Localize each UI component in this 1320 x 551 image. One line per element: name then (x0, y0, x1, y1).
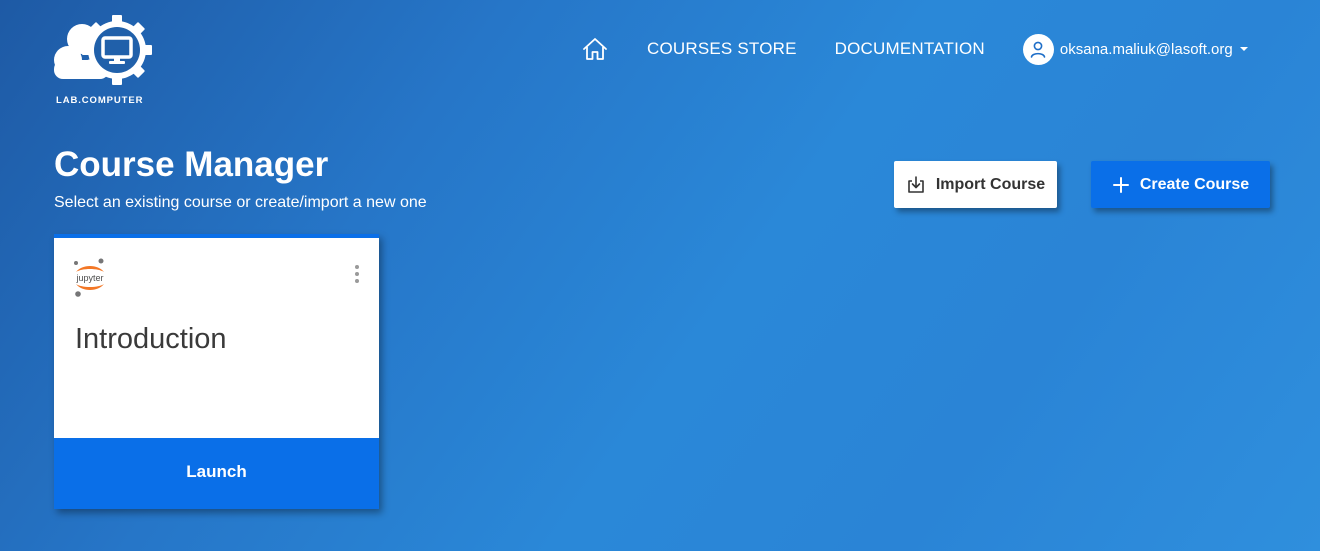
create-course-button[interactable]: Create Course (1091, 161, 1270, 208)
brand-name: LAB.COMPUTER (56, 95, 144, 106)
more-vertical-icon[interactable] (349, 263, 365, 287)
cloud-gear-monitor-icon (54, 15, 152, 85)
home-icon[interactable] (580, 34, 610, 64)
caret-down-icon (1239, 47, 1248, 51)
import-icon (906, 175, 926, 194)
import-course-button[interactable]: Import Course (894, 161, 1057, 208)
avatar (1022, 33, 1054, 65)
top-nav: COURSES STORE DOCUMENTATION oksana.maliu… (580, 33, 1248, 65)
import-course-label: Import Course (935, 175, 1046, 193)
course-card: jupyter Introduction Launch (54, 234, 379, 509)
launch-button[interactable]: Launch (54, 438, 379, 509)
user-email: oksana.maliuk@lasoft.org (1059, 40, 1233, 58)
course-title: Introduction (75, 323, 227, 355)
nav-link-courses-store[interactable]: COURSES STORE (647, 39, 797, 59)
nav-link-documentation[interactable]: DOCUMENTATION (835, 39, 985, 59)
user-icon (1031, 41, 1046, 58)
plus-icon (1112, 176, 1130, 194)
create-course-label: Create Course (1139, 175, 1250, 193)
page-title: Course Manager (54, 145, 329, 184)
jupyter-wordmark: jupyter (75, 273, 103, 283)
jupyter-icon: jupyter (74, 258, 104, 297)
brand-logo[interactable]: LAB.COMPUTER (54, 15, 154, 107)
user-menu[interactable]: oksana.maliuk@lasoft.org (1022, 33, 1248, 65)
page-subtitle: Select an existing course or create/impo… (54, 194, 427, 211)
